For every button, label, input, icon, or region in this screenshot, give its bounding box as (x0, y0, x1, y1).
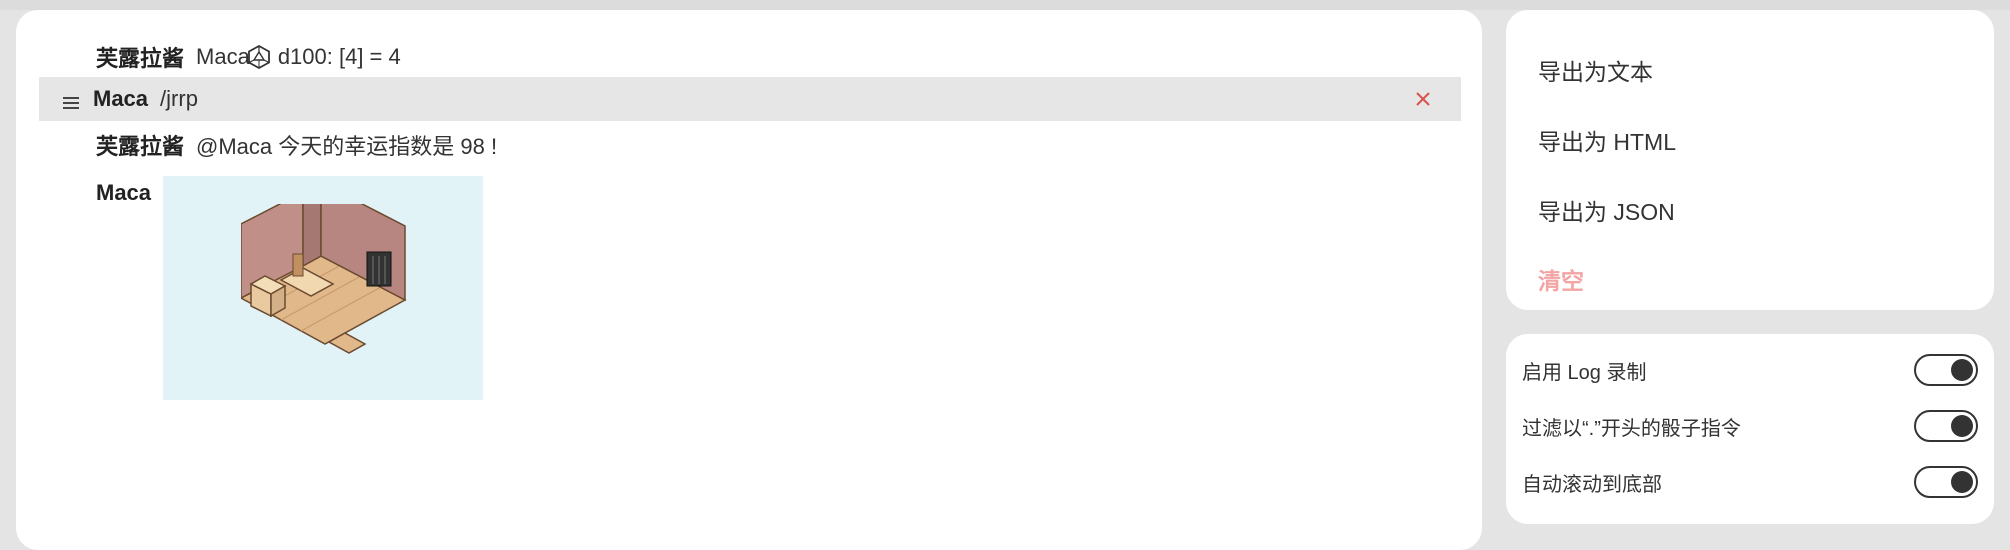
dice-result-text: d100: [4] = 4 (277, 44, 401, 69)
toggle-knob (1951, 359, 1973, 381)
setting-label: 启用 Log 录制 (1522, 361, 1647, 384)
drag-handle-icon[interactable] (61, 91, 81, 109)
log-message-selected[interactable]: Maca /jrrp (39, 77, 1461, 121)
d20-icon (246, 44, 272, 70)
export-html-button[interactable]: 导出为 HTML (1538, 123, 1676, 157)
auto-scroll-toggle[interactable] (1914, 466, 1978, 498)
sender-name: 芙露拉酱 (96, 134, 185, 159)
close-icon[interactable] (1413, 89, 1433, 109)
clear-button[interactable]: 清空 (1538, 262, 1584, 296)
log-message: Maca (16, 174, 1482, 404)
export-json-button[interactable]: 导出为 JSON (1538, 193, 1675, 227)
setting-row-enable-log: 启用 Log 录制 (1522, 352, 1978, 388)
message-text: @Maca 今天的幸运指数是 98 ! (196, 134, 498, 159)
log-message: 芙露拉酱 Maca d100: [4] = 4 (16, 40, 1482, 74)
isometric-room-image (163, 176, 484, 400)
dice-prefix: Maca (196, 44, 250, 69)
sender-name: Maca (96, 180, 152, 205)
setting-label: 过滤以“.”开头的骰子指令 (1522, 417, 1741, 440)
export-menu-panel: 导出为文本 导出为 HTML 导出为 JSON 清空 (1506, 10, 1994, 310)
message-text: /jrrp (160, 86, 198, 111)
log-message: 芙露拉酱 @Maca 今天的幸运指数是 98 ! (16, 128, 1482, 162)
settings-panel: 启用 Log 录制 过滤以“.”开头的骰子指令 自动滚动到底部 (1506, 334, 1994, 524)
sender-name: 芙露拉酱 (96, 46, 185, 71)
chat-log-panel: 芙露拉酱 Maca d100: [4] = 4 Maca /jrrp 芙露拉酱 … (16, 10, 1482, 550)
setting-row-filter-dice: 过滤以“.”开头的骰子指令 (1522, 408, 1978, 444)
filter-dice-toggle[interactable] (1914, 410, 1978, 442)
setting-label: 自动滚动到底部 (1522, 473, 1662, 496)
top-strip (0, 0, 2010, 10)
export-text-button[interactable]: 导出为文本 (1538, 53, 1653, 87)
sender-name: Maca (93, 86, 149, 111)
enable-log-toggle[interactable] (1914, 354, 1978, 386)
toggle-knob (1951, 415, 1973, 437)
setting-row-auto-scroll: 自动滚动到底部 (1522, 464, 1978, 500)
toggle-knob (1951, 471, 1973, 493)
